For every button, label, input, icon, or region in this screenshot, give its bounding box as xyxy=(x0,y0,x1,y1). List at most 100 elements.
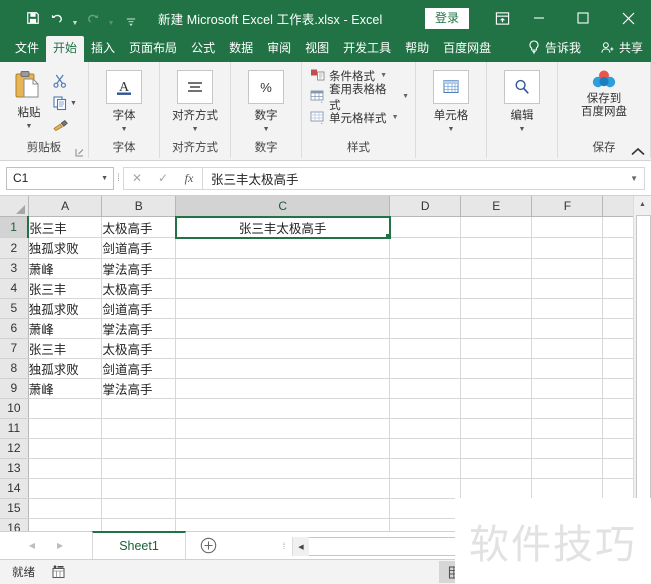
tab-file[interactable]: 文件 xyxy=(8,36,46,62)
collapse-ribbon-icon[interactable] xyxy=(631,147,645,156)
cell-b6[interactable]: 掌法高手 xyxy=(101,318,177,339)
cell-e14[interactable] xyxy=(460,478,533,499)
accessibility-icon[interactable] xyxy=(51,565,66,579)
cell-b4[interactable]: 太极高手 xyxy=(101,278,177,299)
column-header-d[interactable]: D xyxy=(389,196,462,217)
cell-f13[interactable] xyxy=(531,458,604,479)
cell-b3[interactable]: 掌法高手 xyxy=(101,258,177,279)
cell-c10[interactable] xyxy=(175,398,391,419)
row-header-12[interactable]: 12 xyxy=(0,438,29,459)
cell-a8[interactable]: 独孤求败 xyxy=(28,358,103,379)
cell-d12[interactable] xyxy=(389,438,462,459)
cell-g7[interactable] xyxy=(602,338,634,359)
undo-dropdown-icon[interactable]: ▼ xyxy=(70,3,80,33)
confirm-edit-icon[interactable]: ✓ xyxy=(150,168,176,189)
cell-e6[interactable] xyxy=(460,318,533,339)
cell-f7[interactable] xyxy=(531,338,604,359)
cell-d9[interactable] xyxy=(389,378,462,399)
cell-f11[interactable] xyxy=(531,418,604,439)
cell-g13[interactable] xyxy=(602,458,634,479)
cell-a1[interactable]: 张三丰 xyxy=(28,216,103,238)
cell-c6[interactable] xyxy=(175,318,391,339)
cell-e1[interactable] xyxy=(460,216,533,238)
cell-d7[interactable] xyxy=(389,338,462,359)
cell-a7[interactable]: 张三丰 xyxy=(28,338,103,359)
paste-dropdown-icon[interactable]: ▼ xyxy=(26,123,33,130)
cells-button[interactable]: 单元格 ▼ xyxy=(422,67,480,133)
cell-styles-dropdown-icon[interactable]: ▼ xyxy=(392,114,399,121)
redo-icon[interactable] xyxy=(82,6,104,30)
cell-d16[interactable] xyxy=(389,518,462,531)
font-dropdown-icon[interactable]: ▼ xyxy=(121,126,128,133)
cell-a2[interactable]: 独孤求败 xyxy=(28,237,103,259)
cell-g8[interactable] xyxy=(602,358,634,379)
cell-e11[interactable] xyxy=(460,418,533,439)
cell-f1[interactable] xyxy=(531,216,604,238)
tab-developer[interactable]: 开发工具 xyxy=(336,36,398,62)
cell-e4[interactable] xyxy=(460,278,533,299)
previous-sheet-icon[interactable]: ◀ xyxy=(29,541,35,550)
format-painter-button[interactable] xyxy=(52,115,77,135)
save-icon[interactable] xyxy=(22,6,44,30)
row-header-10[interactable]: 10 xyxy=(0,398,29,419)
clipboard-dialog-launcher-icon[interactable] xyxy=(75,148,84,157)
cell-d15[interactable] xyxy=(389,498,462,519)
minimize-button[interactable] xyxy=(517,3,561,33)
save-to-baidu-button[interactable]: 保存到 百度网盘 xyxy=(564,67,644,119)
close-button[interactable] xyxy=(605,3,651,33)
horizontal-scroll-thumb[interactable] xyxy=(309,537,651,556)
alignment-button[interactable]: 对齐方式 ▼ xyxy=(166,67,224,133)
tell-me-button[interactable]: 告诉我 xyxy=(528,39,581,60)
cell-d5[interactable] xyxy=(389,298,462,319)
cell-g15[interactable] xyxy=(602,498,634,519)
expand-formula-bar-icon[interactable]: ▼ xyxy=(630,174,638,183)
cell-d13[interactable] xyxy=(389,458,462,479)
cell-b10[interactable] xyxy=(101,398,177,419)
cell-g2[interactable] xyxy=(602,237,634,259)
horizontal-scrollbar[interactable]: ◀ xyxy=(292,537,651,556)
tab-page-layout[interactable]: 页面布局 xyxy=(122,36,184,62)
cell-f2[interactable] xyxy=(531,237,604,259)
cell-a12[interactable] xyxy=(28,438,103,459)
cell-c3[interactable] xyxy=(175,258,391,279)
cell-d14[interactable] xyxy=(389,478,462,499)
page-layout-view-button[interactable] xyxy=(473,561,507,583)
vertical-scroll-thumb[interactable] xyxy=(636,215,651,503)
cancel-edit-icon[interactable]: ✕ xyxy=(124,168,150,189)
cell-a4[interactable]: 张三丰 xyxy=(28,278,103,299)
ribbon-display-options-icon[interactable] xyxy=(487,3,517,33)
font-button[interactable]: A 字体 ▼ xyxy=(95,67,153,133)
editing-button[interactable]: 编辑 ▼ xyxy=(493,67,551,133)
formula-bar-splitter[interactable]: ⁞ xyxy=(114,173,123,184)
paste-button[interactable]: 粘贴 ▼ xyxy=(6,67,52,130)
row-header-7[interactable]: 7 xyxy=(0,338,29,359)
insert-function-icon[interactable]: fx xyxy=(176,168,202,189)
tab-view[interactable]: 视图 xyxy=(298,36,336,62)
cell-g12[interactable] xyxy=(602,438,634,459)
format-as-table-dropdown-icon[interactable]: ▼ xyxy=(402,93,409,100)
fill-handle[interactable] xyxy=(384,232,388,236)
cell-e8[interactable] xyxy=(460,358,533,379)
undo-icon[interactable] xyxy=(46,6,68,30)
cell-c9[interactable] xyxy=(175,378,391,399)
cell-c15[interactable] xyxy=(175,498,391,519)
tab-review[interactable]: 审阅 xyxy=(260,36,298,62)
column-header-e[interactable]: E xyxy=(460,196,533,217)
cell-f3[interactable] xyxy=(531,258,604,279)
cell-f12[interactable] xyxy=(531,438,604,459)
cell-d10[interactable] xyxy=(389,398,462,419)
cell-c7[interactable] xyxy=(175,338,391,359)
scroll-left-icon[interactable]: ◀ xyxy=(293,537,309,556)
sign-in-button[interactable]: 登录 xyxy=(424,7,469,29)
cell-f16[interactable] xyxy=(531,518,604,531)
row-header-2[interactable]: 2 xyxy=(0,237,29,259)
row-header-14[interactable]: 14 xyxy=(0,478,29,499)
row-header-8[interactable]: 8 xyxy=(0,358,29,379)
cell-a16[interactable] xyxy=(28,518,103,531)
column-header-a[interactable]: A xyxy=(28,196,103,217)
cell-a3[interactable]: 萧峰 xyxy=(28,258,103,279)
copy-dropdown-icon[interactable]: ▼ xyxy=(70,100,77,107)
tab-baidu-netdisk[interactable]: 百度网盘 xyxy=(436,36,498,62)
vertical-scroll-track[interactable] xyxy=(634,503,651,531)
vertical-scrollbar[interactable]: ▲ xyxy=(633,196,651,531)
